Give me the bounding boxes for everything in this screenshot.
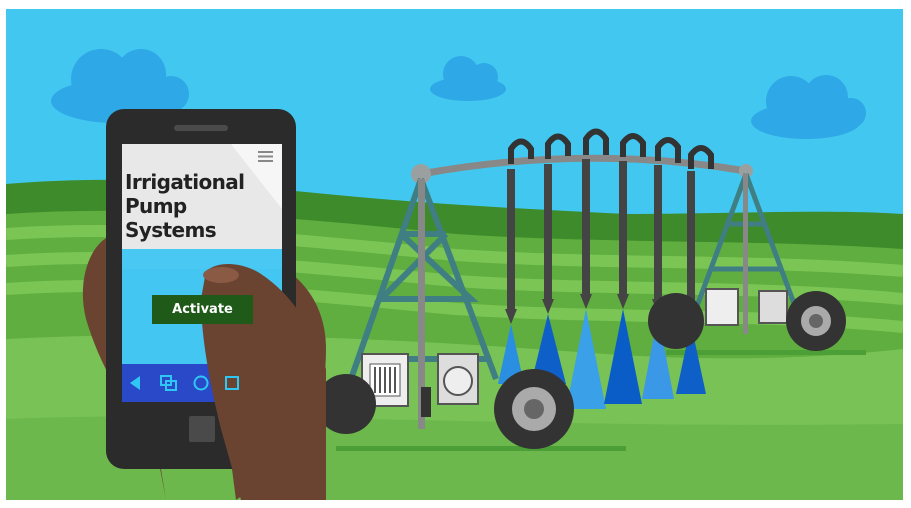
app-title-line2: Pump Systems bbox=[125, 194, 217, 242]
recent-apps-icon[interactable] bbox=[160, 375, 178, 391]
illustration-scene bbox=[6, 9, 903, 500]
farm-background bbox=[6, 9, 903, 500]
hardware-home-button[interactable] bbox=[189, 416, 215, 442]
wheel-icon bbox=[648, 293, 704, 349]
wheel-icon bbox=[786, 291, 846, 351]
back-icon[interactable] bbox=[128, 375, 142, 391]
square-icon[interactable] bbox=[225, 375, 239, 391]
wheel-icon bbox=[494, 369, 574, 449]
home-icon[interactable] bbox=[193, 375, 209, 391]
app-title-line1: Irrigational bbox=[125, 170, 245, 194]
activate-button[interactable]: Activate bbox=[152, 295, 253, 324]
app-title: Irrigational Pump Systems bbox=[125, 170, 275, 242]
hamburger-menu-icon[interactable] bbox=[258, 148, 273, 162]
